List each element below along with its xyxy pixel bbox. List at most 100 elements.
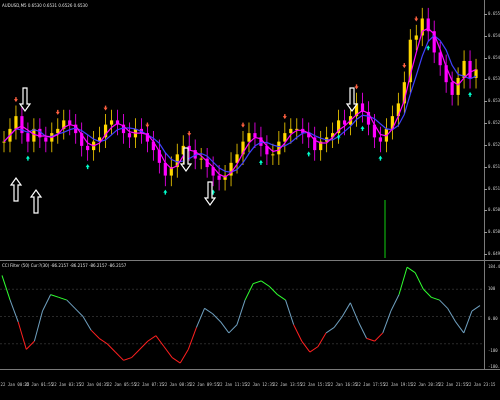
sell-signal-arrow	[414, 16, 419, 22]
buy-signal-arrow	[360, 125, 365, 131]
cci-segment	[25, 340, 35, 350]
cci-segment	[382, 310, 392, 334]
cci-segment	[349, 302, 359, 323]
cci-segment	[195, 308, 206, 328]
cci-segment	[301, 340, 311, 353]
time-axis-label: 22 Jan 07:15	[134, 382, 164, 387]
candle-body	[456, 77, 460, 95]
candle-body	[271, 154, 275, 156]
price-chart[interactable]	[0, 0, 484, 260]
candle-body	[450, 82, 454, 95]
price-axis-tick	[484, 232, 487, 234]
price-axis-tick	[484, 144, 487, 146]
price-axis-label: 0.6550	[488, 11, 500, 16]
indicator-axis-label: 0.00	[488, 316, 498, 321]
price-axis-label: 0.6510	[488, 185, 500, 191]
cci-chart[interactable]	[0, 262, 484, 369]
cci-segment	[285, 299, 295, 325]
candle-body	[14, 116, 18, 129]
sell-signal-arrow	[402, 63, 407, 69]
candle-body	[163, 162, 167, 176]
annotation-arrow-up	[29, 188, 43, 214]
time-axis-label: 22 Jan 19:15	[383, 382, 413, 387]
candle-body	[44, 137, 48, 142]
candle-body	[109, 120, 114, 125]
price-axis-tick	[484, 79, 487, 81]
price-axis-tick	[484, 35, 487, 37]
time-axis-label: 22 Jan 01:55	[24, 382, 54, 387]
sell-signal-arrow	[354, 84, 359, 90]
cci-segment	[204, 307, 213, 315]
cci-segment	[309, 346, 319, 353]
price-axis-tick	[484, 57, 487, 59]
buy-signal-arrow	[468, 91, 473, 97]
cci-segment	[58, 296, 67, 301]
price-axis-label: 0.6515	[488, 163, 500, 169]
price-axis-label: 0.6500	[488, 229, 500, 235]
cci-segment	[187, 327, 197, 350]
cci-segment	[244, 283, 254, 301]
cci-segment	[74, 307, 84, 317]
price-axis-label: 0.6530	[488, 98, 500, 104]
cci-segment	[115, 351, 124, 361]
price-axis-label: 0.6535	[488, 76, 500, 82]
price-axis-tick	[484, 14, 487, 15]
price-axis-border	[484, 0, 485, 370]
cci-segment	[252, 280, 262, 285]
candle-body	[199, 158, 203, 160]
price-axis-tick	[484, 123, 487, 125]
cci-segment	[33, 310, 43, 342]
indicator-axis-label: 100	[488, 286, 496, 291]
time-axis-label: 22 Jan 23:15	[466, 382, 496, 387]
annotation-arrow-up	[9, 176, 23, 202]
time-axis-label: 22 Jan 03:15	[51, 382, 81, 387]
time-axis-label: 22 Jan 17:55	[355, 382, 385, 387]
candle-body	[217, 175, 221, 180]
price-axis-label: 0.6505	[488, 207, 500, 213]
time-axis-label: 22 Jan 05:55	[107, 382, 137, 387]
cci-segment	[17, 321, 27, 350]
cci-segment	[147, 335, 157, 342]
buy-signal-arrow	[306, 151, 311, 157]
cci-segment	[236, 299, 246, 325]
candle-body	[468, 60, 472, 78]
sell-signal-arrow	[282, 114, 287, 120]
sell-signal-arrow	[145, 122, 150, 128]
price-axis-tick	[484, 166, 487, 168]
time-axis-label: 22 Jan 08:35	[162, 382, 192, 387]
cci-segment	[163, 346, 173, 358]
price-chart-pane[interactable]	[0, 0, 484, 260]
indicator-axis-label: 184.45	[488, 264, 500, 269]
time-axis-label: 22 Jan 15:15	[300, 382, 330, 387]
cci-segment	[439, 299, 448, 309]
cci-segment	[293, 324, 303, 342]
sell-signal-arrow	[55, 109, 60, 115]
cci-segment	[139, 340, 149, 350]
time-axis-label: 22 Jan 20:35	[411, 382, 441, 387]
price-axis-label: 0.6495	[488, 251, 500, 256]
cci-segment	[155, 335, 165, 347]
time-axis-label: 22 Jan 11:15	[217, 382, 247, 387]
buy-signal-arrow	[25, 155, 30, 161]
candle-body	[2, 141, 6, 143]
time-axis-label: 22 Jan 09:55	[190, 382, 219, 387]
time-axis-divider	[0, 369, 500, 370]
cci-segment	[171, 357, 181, 364]
cci-segment	[212, 313, 222, 323]
pane-divider[interactable]	[0, 260, 500, 261]
cci-segment	[268, 286, 278, 295]
mt4-chart-window: AUDUSD,M5 0.6530 0.6531 0.6526 0.6530 CC…	[0, 0, 500, 400]
price-axis-label: 0.6525	[488, 120, 500, 126]
indicator-header: CCI Filter (50) Cur:?(30) -86.2157 -86.2…	[2, 263, 127, 268]
cci-segment	[1, 275, 11, 301]
cci-segment	[398, 267, 408, 295]
annotation-arrow-down	[18, 87, 32, 113]
indicator-axis-label: -180.77	[488, 364, 500, 369]
cci-segment	[325, 327, 335, 334]
time-axis-label: 22 Jan 13:55	[273, 382, 302, 387]
candle-body	[253, 133, 257, 138]
indicator-pane[interactable]	[0, 262, 484, 369]
cci-segment	[98, 337, 108, 345]
cci-segment	[390, 294, 400, 312]
sell-signal-arrow	[13, 97, 18, 103]
